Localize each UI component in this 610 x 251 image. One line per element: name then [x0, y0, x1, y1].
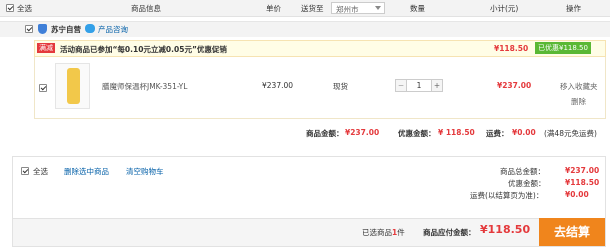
product-thumbnail[interactable] [55, 63, 90, 109]
promo-text: 活动商品已参加“每0.10元立减0.05元”优惠促销 [60, 45, 227, 54]
item-name[interactable]: 膳魔师保温杯JMK-351-YL [102, 81, 187, 92]
promo-amount: ¥118.50 [494, 44, 529, 53]
product-consult-link[interactable]: 产品咨询 [98, 24, 128, 35]
selected-prefix: 已选商品 [362, 228, 392, 237]
bottom-shipping-label: 运费(以结算页为准)： [470, 191, 544, 200]
plus-icon: + [433, 81, 441, 90]
summary-goods-value: ¥237.00 [345, 128, 380, 137]
delete-item-link[interactable]: 删除 [571, 96, 586, 107]
col-actions: 操作 [566, 4, 581, 13]
city-value: 郑州市 [336, 5, 359, 14]
col-quantity: 数量 [410, 4, 425, 13]
clear-cart-link[interactable]: 清空购物车 [126, 166, 164, 177]
chat-bubble-icon [85, 24, 95, 33]
checkout-label: 去结算 [553, 225, 590, 239]
col-subtotal: 小计(元) [490, 4, 519, 13]
free-shipping-note: (满48元免运费) [544, 129, 597, 138]
payable-value: ¥118.50 [480, 223, 531, 236]
bottom-discount-label: 优惠金额： [508, 179, 546, 188]
bottom-goods-total-label: 商品总金额： [500, 167, 545, 176]
select-all-checkbox-top[interactable] [6, 4, 14, 12]
select-all-label-bottom: 全选 [33, 167, 48, 176]
col-unit-price: 单价 [266, 4, 281, 13]
col-product-info: 商品信息 [131, 4, 161, 13]
payable-label: 商品应付金额： [423, 228, 476, 237]
store-checkbox[interactable] [25, 25, 33, 33]
summary-shipping-label: 运费： [486, 129, 509, 138]
chevron-down-icon [375, 6, 381, 10]
thermos-cup-image [67, 68, 80, 104]
delete-selected-link[interactable]: 删除选中商品 [64, 166, 109, 177]
move-to-favorites-link[interactable]: 移入收藏夹 [560, 81, 598, 92]
minus-icon: − [397, 81, 405, 90]
summary-shipping-value: ¥0.00 [512, 128, 536, 137]
qty-value: 1 [416, 81, 422, 90]
bottom-goods-total-value: ¥237.00 [565, 166, 600, 175]
qty-minus-button[interactable]: − [395, 79, 407, 92]
bottom-shipping-value: ¥0.00 [565, 190, 589, 199]
bottom-discount-value: ¥118.50 [565, 178, 600, 187]
summary-discount-value: ¥ 118.50 [438, 128, 475, 137]
select-all-label: 全选 [17, 4, 32, 13]
item-checkbox[interactable] [39, 84, 47, 92]
checkout-button[interactable]: 去结算 [539, 218, 605, 246]
item-price: ¥237.00 [262, 81, 294, 90]
discount-badge: 已优惠¥118.50 [535, 42, 591, 54]
shield-icon [38, 24, 47, 34]
promo-tag: 满减 [37, 43, 55, 53]
summary-goods-label: 商品金额： [306, 129, 344, 138]
select-all-checkbox-bottom[interactable] [21, 167, 29, 175]
selected-count-text: 已选商品1件 [362, 227, 405, 238]
qty-plus-button[interactable]: + [431, 79, 443, 92]
item-stock: 现货 [333, 82, 348, 91]
city-select[interactable]: 郑州市 [331, 2, 385, 14]
store-name: 苏宁自营 [51, 25, 81, 34]
item-subtotal: ¥237.00 [497, 81, 532, 90]
col-ship-to: 送货至 [301, 4, 324, 13]
summary-discount-label: 优惠金额： [398, 129, 436, 138]
qty-input[interactable]: 1 [407, 79, 431, 92]
selected-suffix: 件 [397, 228, 405, 237]
